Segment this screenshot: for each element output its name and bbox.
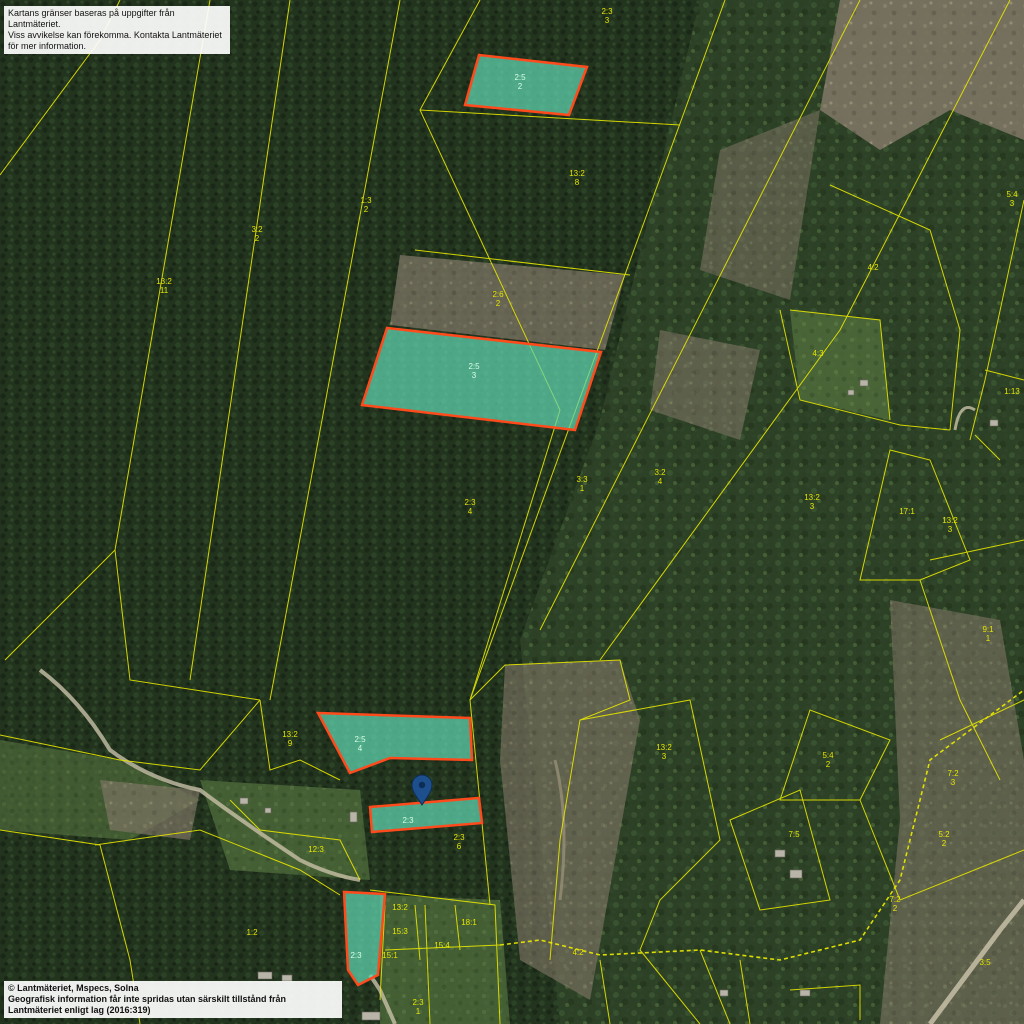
selected-parcel-2-3-south[interactable] [342, 890, 387, 987]
parcel-label-27: 7:5 [788, 830, 800, 839]
parcel-label-24: 1:2 [246, 928, 258, 937]
selected-parcel-label-4: 2:3 [350, 951, 362, 960]
parcel-label-23: 12:3 [308, 845, 324, 854]
south-meadow [380, 895, 510, 1024]
copyright-line-1: © Lantmäteriet, Mspecs, Solna [8, 983, 139, 993]
parcel-label-26: 4:2 [572, 948, 584, 957]
map-copyright-bottom: © Lantmäteriet, Mspecs, Solna Geografisk… [4, 981, 342, 1018]
parcel-label-28: 15:1 [382, 951, 398, 960]
map-disclaimer-top: Kartans gränser baseras på uppgifter frå… [4, 6, 230, 54]
parcel-label-30: 15:3 [392, 927, 408, 936]
parcel-label-11: 4:3 [812, 349, 824, 358]
south-east-clearing [880, 600, 1024, 1024]
parcel-label-10: 4:2 [867, 263, 879, 272]
disclaimer-line-2: Viss avvikelse kan förekomma. Kontakta L… [8, 30, 222, 51]
parcel-label-34: 1:13 [1004, 387, 1020, 396]
aerial-map[interactable]: 2:5 22:5 32:5 42:32:3 2:3 313:2 81:3 23:2 213:2… [0, 0, 1024, 1024]
copyright-line-2: Geografisk information får inte spridas … [8, 994, 287, 1015]
parcel-label-29: 13:2 [392, 903, 408, 912]
selected-parcel-label-3: 2:3 [402, 816, 414, 825]
parcel-label-33: 3:5 [979, 958, 991, 967]
parcel-label-31: 15:4 [434, 941, 450, 950]
parcel-label-13: 17:1 [899, 507, 915, 516]
disclaimer-line-1: Kartans gränser baseras på uppgifter frå… [8, 8, 175, 29]
selected-parcel-2-5-2[interactable] [463, 53, 589, 117]
parcel-label-32: 18:1 [461, 918, 477, 927]
